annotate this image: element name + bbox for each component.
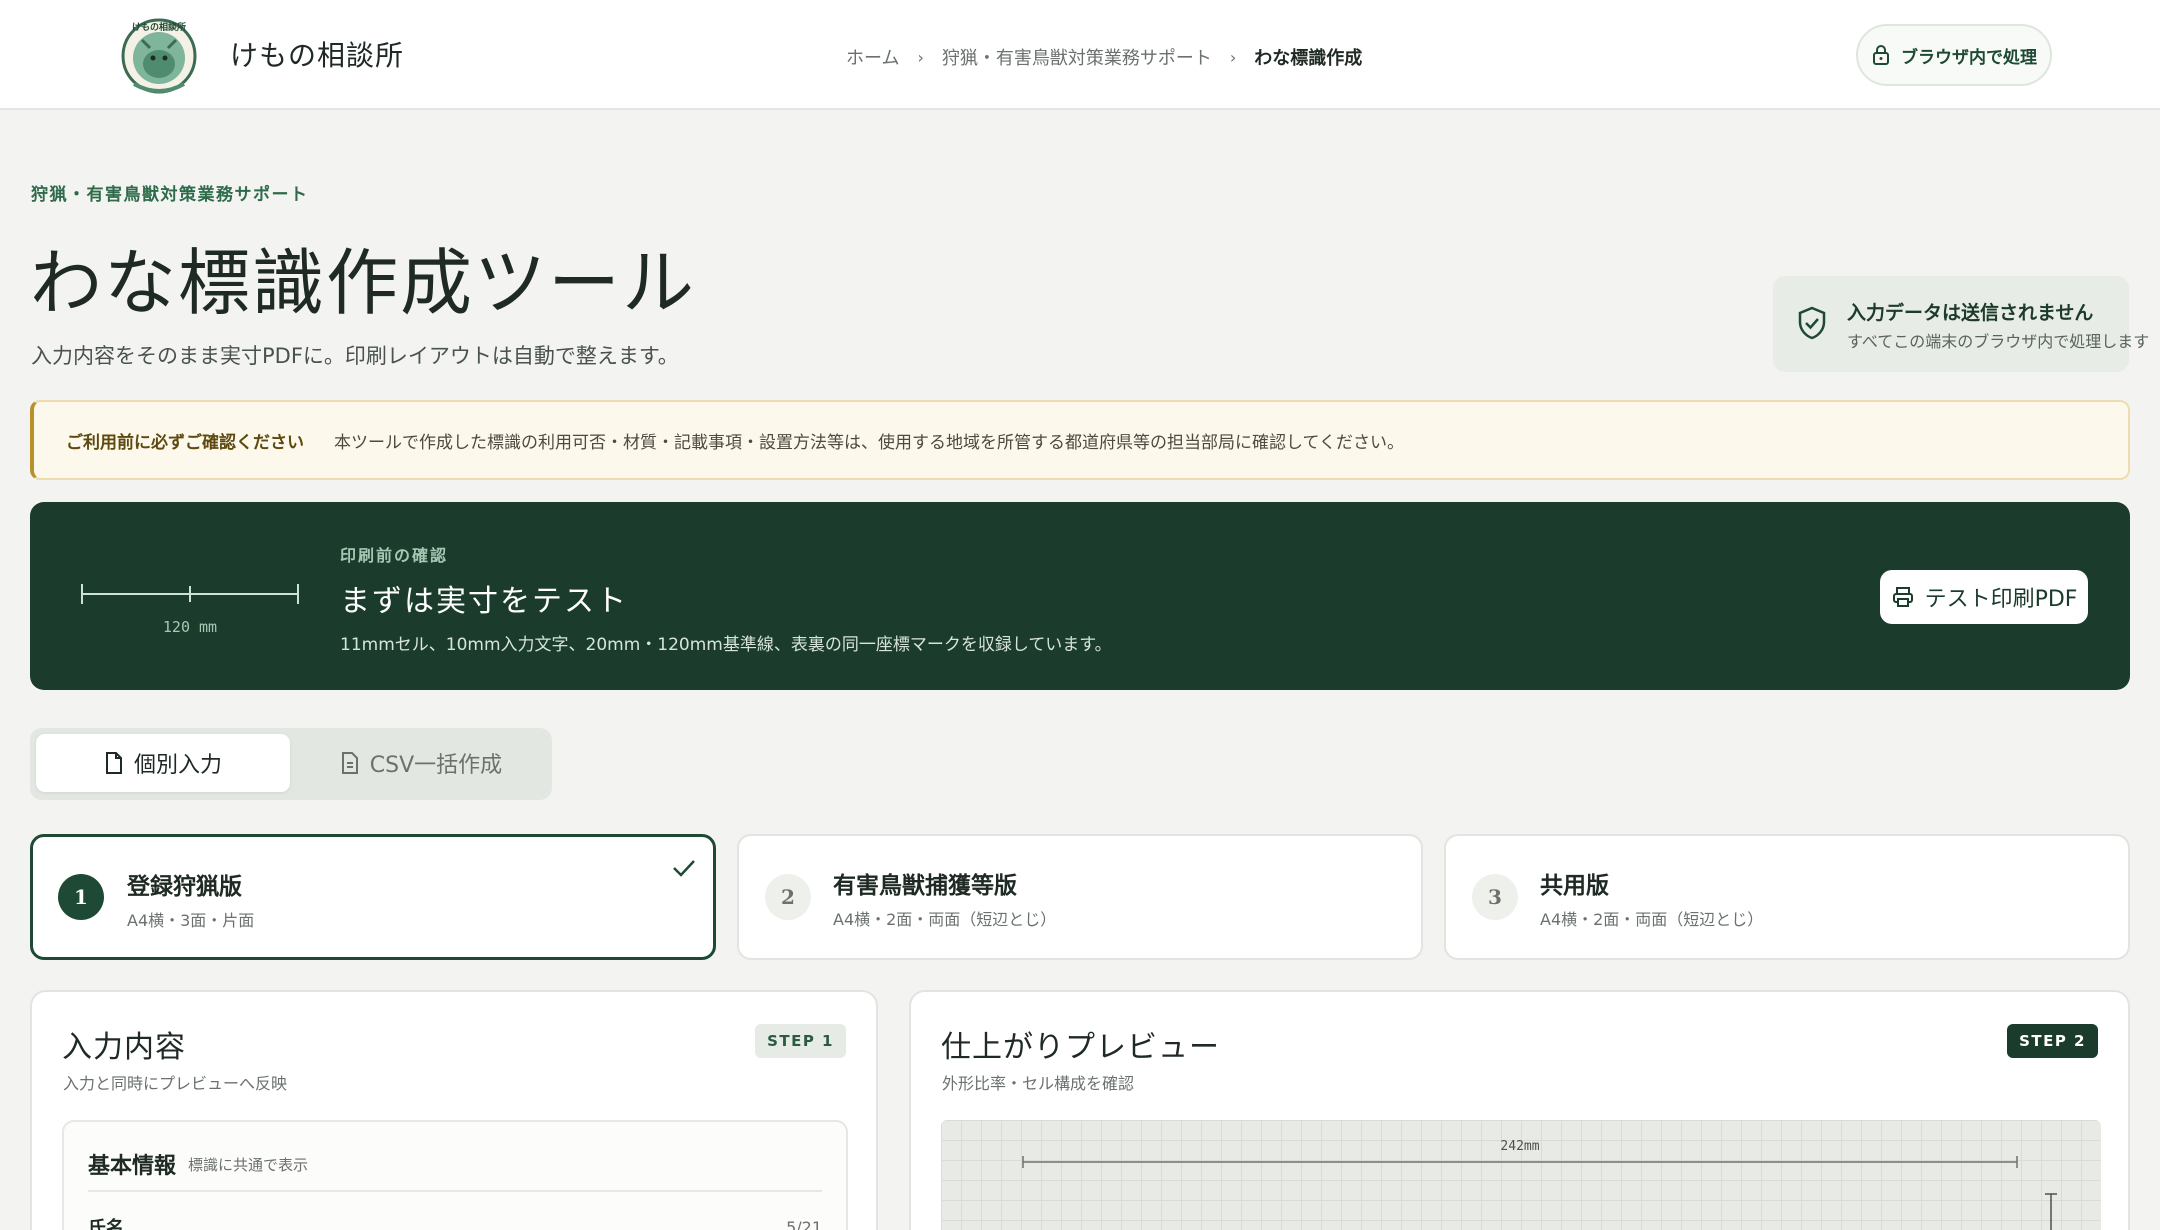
ruler-icon: 120 mm <box>81 584 299 632</box>
banner-title: まずは実寸をテスト <box>340 584 628 619</box>
breadcrumb-home[interactable]: ホーム <box>846 44 899 70</box>
input-panel-subtitle: 入力と同時にプレビューへ反映 <box>63 1074 288 1093</box>
test-print-pdf-label: テスト印刷PDF <box>1924 587 2078 612</box>
printer-icon <box>1892 587 1913 607</box>
local-processing-label: ブラウザ内で処理 <box>1901 47 2037 68</box>
tab-individual-label: 個別入力 <box>133 753 222 778</box>
breadcrumb-current: わな標識作成 <box>1254 48 1363 69</box>
version-subtitle: A4横・2面・両面（短辺とじ） <box>1540 910 1764 929</box>
version-number: 1 <box>58 874 104 920</box>
brand-name[interactable]: けもの相談所 <box>230 34 404 74</box>
breadcrumb-category[interactable]: 狩猟・有害鳥獣対策業務サポート <box>942 44 1212 70</box>
version-title: 有害鳥獣捕獲等版 <box>833 873 1017 899</box>
version-title: 共用版 <box>1540 873 1609 899</box>
chevron-right-icon: › <box>917 47 924 67</box>
basic-info-title: 基本情報 <box>88 1154 177 1179</box>
version-card-shared[interactable]: 3 共用版 A4横・2面・両面（短辺とじ） <box>1444 834 2130 960</box>
page-subtitle: 入力内容をそのまま実寸PDFに。印刷レイアウトは自動で整えます。 <box>31 344 679 368</box>
breadcrumb: ホーム › 狩猟・有害鳥獣対策業務サポート › わな標識作成 <box>846 44 1362 70</box>
step-badge: STEP 1 <box>755 1024 846 1058</box>
hero-eyebrow: 狩猟・有害鳥獣対策業務サポート <box>31 185 309 205</box>
preview-canvas: 242mm <box>941 1120 2101 1230</box>
name-field-char-count: 5/21 <box>786 1218 822 1230</box>
check-icon <box>673 860 695 877</box>
shield-check-icon <box>1798 306 1826 340</box>
logo-emblem-icon: けもの相談所 <box>121 18 197 94</box>
tab-csv-label: CSV一括作成 <box>369 753 503 778</box>
input-mode-tabs: 個別入力 CSV一括作成 <box>30 728 552 800</box>
step-badge: STEP 2 <box>2007 1024 2098 1058</box>
notice-text: 本ツールで作成した標識の利用可否・材質・記載事項・設置方法等は、使用する地域を所… <box>334 432 1404 453</box>
test-print-banner: 120 mm 印刷前の確認 まずは実寸をテスト 11mmセル、10mm入力文字、… <box>30 502 2130 690</box>
banner-eyebrow: 印刷前の確認 <box>340 546 449 565</box>
preview-panel-subtitle: 外形比率・セル構成を確認 <box>942 1074 1135 1093</box>
divider <box>88 1190 822 1192</box>
privacy-card: 入力データは送信されません すべてこの端末のブラウザ内で処理します <box>1773 276 2149 372</box>
basic-info-subtitle: 標識に共通で表示 <box>188 1156 309 1174</box>
privacy-title: 入力データは送信されません <box>1847 302 2094 324</box>
preview-panel-title: 仕上がりプレビュー <box>941 1030 1220 1065</box>
tab-csv-bulk[interactable]: CSV一括作成 <box>296 734 546 792</box>
local-processing-button[interactable]: ブラウザ内で処理 <box>1856 24 2052 86</box>
logo[interactable]: けもの相談所 <box>120 14 198 96</box>
input-panel-title: 入力内容 <box>62 1030 186 1065</box>
svg-text:120 mm: 120 mm <box>163 618 217 632</box>
version-number: 2 <box>765 874 811 920</box>
usage-notice: ご利用前に必ずご確認ください 本ツールで作成した標識の利用可否・材質・記載事項・… <box>30 400 2130 480</box>
version-card-registered[interactable]: 1 登録狩猟版 A4横・3面・片面 <box>30 834 716 960</box>
test-print-pdf-button[interactable]: テスト印刷PDF <box>1880 570 2088 624</box>
lock-icon <box>1873 45 1889 65</box>
version-subtitle: A4横・2面・両面（短辺とじ） <box>833 910 1057 929</box>
privacy-subtitle: すべてこの端末のブラウザ内で処理します <box>1847 332 2150 351</box>
input-panel: 入力内容 入力と同時にプレビューへ反映 STEP 1 基本情報 標識に共通で表示… <box>30 990 878 1230</box>
notice-label: ご利用前に必ずご確認ください <box>66 432 304 453</box>
spreadsheet-icon <box>341 752 358 774</box>
banner-description: 11mmセル、10mm入力文字、20mm・120mm基準線、表裏の同一座標マーク… <box>340 635 1112 655</box>
top-header: けもの相談所 けもの相談所 ホーム › 狩猟・有害鳥獣対策業務サポート › わな… <box>0 0 2160 110</box>
version-number: 3 <box>1472 874 1518 920</box>
basic-info-section: 基本情報 標識に共通で表示 氏名 5/21 <box>62 1120 848 1230</box>
dimension-guide: 242mm <box>1022 1139 2057 1230</box>
svg-text:242mm: 242mm <box>1500 1139 1539 1154</box>
svg-text:けもの相談所: けもの相談所 <box>132 21 186 33</box>
name-field-label: 氏名 <box>88 1218 124 1230</box>
chevron-right-icon: › <box>1229 47 1237 67</box>
page-title: わな標識作成ツール <box>30 241 697 325</box>
document-icon <box>105 752 122 774</box>
version-title: 登録狩猟版 <box>127 874 242 900</box>
preview-panel: 仕上がりプレビュー 外形比率・セル構成を確認 STEP 2 242mm <box>909 990 2130 1230</box>
version-subtitle: A4横・3面・片面 <box>127 911 255 930</box>
tab-individual-input[interactable]: 個別入力 <box>36 734 290 792</box>
version-card-pest-capture[interactable]: 2 有害鳥獣捕獲等版 A4横・2面・両面（短辺とじ） <box>737 834 1423 960</box>
